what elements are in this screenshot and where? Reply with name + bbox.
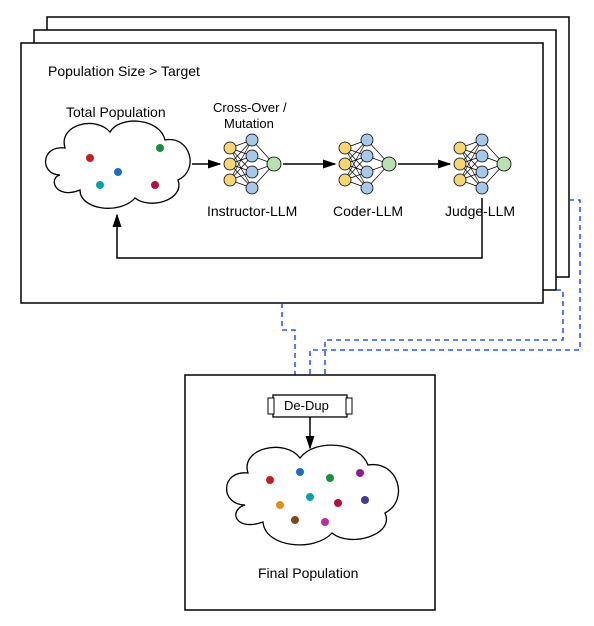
mutation-label: Mutation [224,116,274,131]
final-population-label: Final Population [258,565,358,581]
condition-label: Population Size > Target [48,63,200,79]
coder-llm-label: Coder-LLM [333,203,403,219]
crossover-label: Cross-Over / [213,100,287,115]
total-population-label: Total Population [66,104,166,120]
dedup-label: De-Dup [284,398,329,413]
instructor-llm-label: Instructor-LLM [207,203,297,219]
judge-llm-label: Judge-LLM [445,203,515,219]
diagram-canvas [0,0,594,626]
